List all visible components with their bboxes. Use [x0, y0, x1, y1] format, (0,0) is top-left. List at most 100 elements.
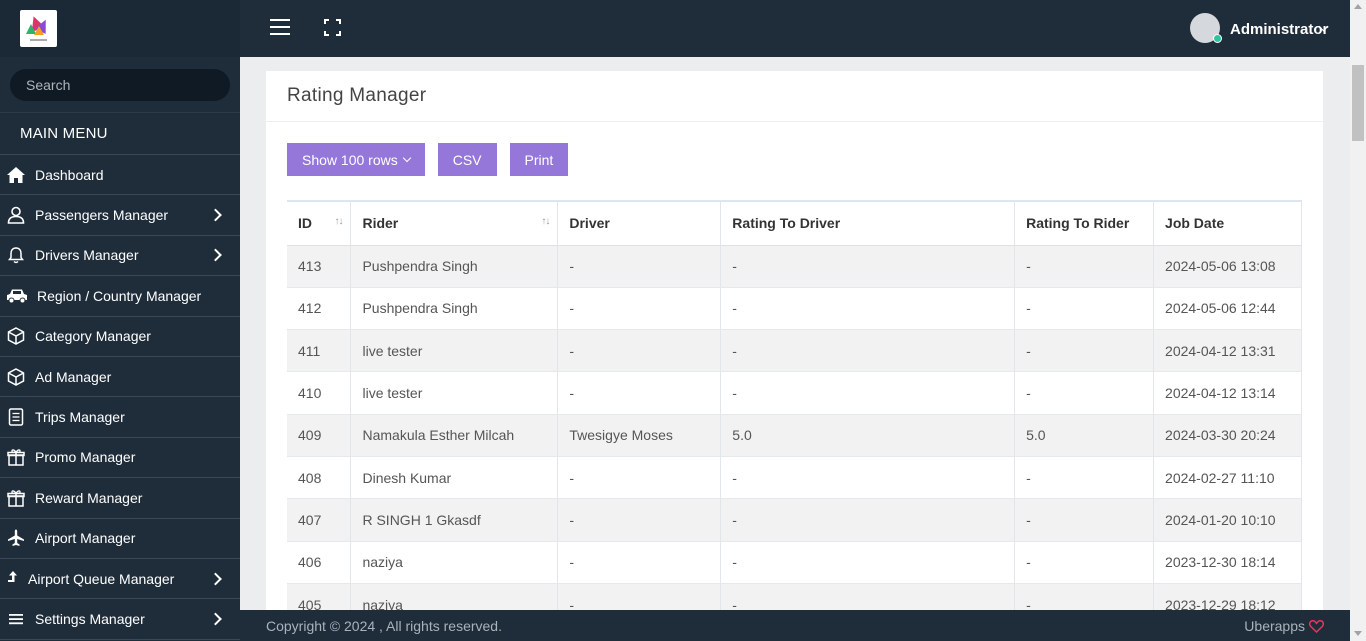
cell-id: 409: [287, 414, 352, 457]
rating-table-wrapper: ID ↑↓ Rider ↑↓ Driver Rating To Driver Rat…: [287, 200, 1302, 610]
sidebar-item-label: Settings Manager: [35, 610, 145, 627]
search-input[interactable]: [10, 68, 230, 101]
sidebar-item-settings[interactable]: Settings Manager: [0, 599, 240, 640]
cell-rider: live tester: [350, 329, 559, 373]
cell-rating-to-driver: -: [720, 498, 1016, 542]
copyright-text: Copyright © 2024 , All rights reserved.: [266, 618, 502, 634]
cell-driver: -: [557, 456, 722, 500]
scrollbar-thumb[interactable]: [1352, 65, 1364, 141]
show-rows-label: Show 100 rows: [302, 151, 398, 168]
cell-id: 410: [287, 371, 352, 415]
cell-id: 411: [287, 329, 352, 373]
cell-job-date: 2024-05-06 13:08: [1153, 245, 1302, 288]
cell-id: 405: [287, 583, 352, 610]
footer-brand: Uberapps: [1244, 618, 1324, 634]
sidebar-item-ad[interactable]: Ad Manager: [0, 357, 240, 398]
sidebar-item-region-country[interactable]: Region / Country Manager: [0, 276, 240, 317]
fullscreen-icon[interactable]: [324, 19, 341, 36]
logo[interactable]: [20, 10, 57, 47]
chevron-right-icon: [209, 249, 222, 262]
plane-icon: [5, 528, 27, 548]
column-header-id[interactable]: ID ↑↓: [287, 200, 352, 246]
sidebar-item-airport-queue[interactable]: Airport Queue Manager: [0, 559, 240, 600]
cell-rating-to-driver: 5.0: [720, 414, 1016, 457]
sidebar-search: [0, 57, 240, 113]
cell-id: 412: [287, 287, 352, 331]
cell-rating-to-rider: -: [1014, 456, 1155, 500]
hamburger-menu-icon[interactable]: [270, 19, 290, 35]
user-menu-name[interactable]: Administrator: [1230, 21, 1328, 38]
document-icon: [5, 407, 27, 427]
arrow-up-icon: [5, 569, 19, 589]
sidebar-item-dashboard[interactable]: Dashboard: [0, 155, 240, 196]
sidebar-item-label: Drivers Manager: [35, 247, 139, 264]
sidebar-item-promo[interactable]: Promo Manager: [0, 438, 240, 479]
heart-icon: [1309, 619, 1324, 633]
cell-rating-to-driver: -: [720, 541, 1016, 584]
gift-icon: [5, 488, 27, 508]
footer: Copyright © 2024 , All rights reserved. …: [240, 610, 1350, 641]
chevron-right-icon: [209, 572, 222, 585]
cell-rider: naziya: [350, 541, 559, 584]
table-row: 409 Namakula Esther Milcah Twesigye Mose…: [287, 414, 1302, 457]
cell-driver: -: [557, 329, 722, 373]
sidebar-item-label: Dashboard: [35, 166, 104, 183]
logo-area: [0, 0, 240, 57]
sidebar-item-passengers[interactable]: Passengers Manager: [0, 195, 240, 236]
cell-rider: Pushpendra Singh: [350, 287, 559, 331]
cell-rating-to-driver: -: [720, 583, 1016, 610]
cell-rider: Dinesh Kumar: [350, 456, 559, 500]
csv-button[interactable]: CSV: [437, 143, 497, 176]
rating-table: ID ↑↓ Rider ↑↓ Driver Rating To Driver Rat…: [287, 200, 1302, 610]
chevron-right-icon: [209, 612, 222, 626]
brand-name[interactable]: Uberapps: [1244, 618, 1305, 634]
table-row: 407 R SINGH 1 Gkasdf - - - 2024-01-20 10…: [287, 498, 1302, 542]
column-header-rating-to-driver: Rating To Driver: [720, 200, 1016, 246]
sidebar-item-airport[interactable]: Airport Manager: [0, 519, 240, 559]
sidebar-item-drivers[interactable]: Drivers Manager: [0, 236, 240, 277]
column-header-rider[interactable]: Rider ↑↓: [350, 200, 559, 246]
scroll-up-arrow-icon[interactable]: [1354, 4, 1362, 9]
cell-rating-to-driver: -: [720, 456, 1016, 500]
sort-icon[interactable]: ↑↓: [541, 216, 550, 227]
cell-rating-to-rider: -: [1014, 541, 1155, 584]
cube-icon: [5, 326, 27, 346]
chevron-right-icon: [209, 208, 222, 222]
online-status-dot: [1213, 34, 1222, 43]
sidebar-item-label: Airport Queue Manager: [28, 570, 175, 587]
cell-rating-to-rider: -: [1014, 287, 1155, 331]
sidebar-item-reward[interactable]: Reward Manager: [0, 478, 240, 519]
scroll-down-arrow-icon[interactable]: [1354, 631, 1362, 636]
cell-job-date: 2024-02-27 11:10: [1153, 456, 1302, 500]
cell-job-date: 2024-03-30 20:24: [1153, 414, 1302, 457]
sidebar-item-label: Region / Country Manager: [37, 287, 202, 304]
sidebar-item-category[interactable]: Category Manager: [0, 317, 240, 357]
show-rows-button[interactable]: Show 100 rows: [287, 143, 425, 176]
rating-card: Rating Manager Show 100 rows CSV Print I…: [266, 71, 1323, 610]
cell-rider: Namakula Esther Milcah: [350, 414, 559, 457]
cell-rating-to-rider: -: [1014, 583, 1155, 610]
cell-rating-to-driver: -: [720, 329, 1016, 373]
menu-icon: [5, 609, 27, 629]
cell-driver: -: [557, 371, 722, 415]
cell-id: 413: [287, 245, 352, 288]
print-button[interactable]: Print: [509, 143, 569, 176]
cell-rider: Pushpendra Singh: [350, 245, 559, 288]
table-row: 410 live tester - - - 2024-04-12 13:14: [287, 371, 1302, 415]
sidebar-item-trips[interactable]: Trips Manager: [0, 397, 240, 438]
avatar[interactable]: [1190, 13, 1222, 43]
chevron-down-icon: [402, 153, 411, 162]
cell-driver: -: [557, 498, 722, 542]
table-toolbar: Show 100 rows CSV Print: [287, 143, 581, 176]
gift-icon: [5, 447, 27, 467]
sidebar-item-label: Passengers Manager: [35, 207, 169, 224]
column-header-driver: Driver: [557, 200, 722, 246]
sort-icon[interactable]: ↑↓: [334, 216, 343, 227]
cell-driver: -: [557, 245, 722, 288]
sidebar-item-label: Airport Manager: [35, 530, 136, 547]
table-row: 412 Pushpendra Singh - - - 2024-05-06 12…: [287, 287, 1302, 331]
user-icon: [5, 205, 27, 225]
table-row: 411 live tester - - - 2024-04-12 13:31: [287, 329, 1302, 373]
sidebar-item-label: Ad Manager: [35, 368, 112, 385]
cell-rating-to-rider: -: [1014, 371, 1155, 415]
